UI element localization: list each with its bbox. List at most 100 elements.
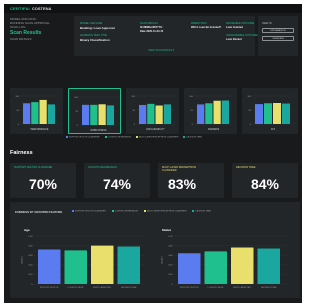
metric-bar: [98, 104, 106, 125]
nav-item-scan-results[interactable]: Scan Results: [10, 30, 70, 37]
axis-tick-label: 0: [134, 124, 136, 126]
metric-chart-label: EXPLAINABILITY: [146, 128, 165, 131]
left-nav: Model and Data Running Scan Approval Sca…: [10, 17, 70, 41]
explanation-view-button[interactable]: Explanation: [262, 28, 294, 33]
metric-chart-label: ATX: [271, 128, 276, 131]
fairness-card-label: Decision Tree: [236, 166, 256, 169]
legend-swatch: [135, 136, 138, 138]
group-title-status: Status: [162, 228, 172, 232]
fairness-card-dt: Decision Tree 84%: [232, 163, 298, 198]
axis-tick-label: 50: [76, 111, 79, 113]
axis-tick-label: 100: [247, 96, 251, 98]
group-chart-status: 1.00 0.80 0.60 0.40 0.20 0 Burden SUPPORT VECTO…: [161, 236, 286, 289]
x-tick-label: DECISION TREE: [121, 287, 137, 289]
metric-chart-svg: 100 50 0 ROBUSTNESS: [74, 97, 118, 132]
axis-tick-label: 0.60: [28, 255, 33, 257]
metric-bar: [106, 105, 114, 125]
legend-swatch: [72, 210, 74, 212]
axis-tick-label: 0: [250, 124, 252, 126]
fairness-card-label: Multi Layer Perceptron Classifier: [162, 166, 197, 172]
fairness-card-mlp: Multi Layer Perceptron Classifier 83%: [158, 163, 224, 198]
metric-bar: [90, 104, 98, 125]
metric-bar: [147, 103, 155, 124]
metric-chart-robustness[interactable]: 100 50 0 ROBUSTNESS: [68, 88, 121, 134]
axis-tick-label: 0.80: [168, 245, 173, 247]
metric-chart-svg: 100 50 0 FAIRNESS: [189, 96, 233, 131]
legend-item: Support Vector Classifier: [66, 136, 100, 139]
axis-tick-label: 0: [18, 124, 20, 126]
group-chart-age: 1.00 0.80 0.60 0.40 0.20 0 Burden SUPPORT VECTO…: [21, 236, 146, 289]
scan-date-value: Date 2020-11-04:15: [140, 29, 164, 33]
x-tick-label: MULTI LAYER PER.: [93, 286, 111, 289]
feature-bar: [231, 247, 254, 284]
metric-chart-svg: 100 50 0 EXPLAINABILITY: [131, 96, 175, 131]
legend-item: Logistic Regression: [104, 136, 131, 139]
metric-chart-svg: 100 50 0 ATX: [247, 96, 294, 131]
model-use-case-label: Model Use Case: [80, 22, 103, 25]
unfavorable-outcome-label: Unfavorable Outcome: [226, 34, 258, 37]
view-scan-details-link[interactable]: View Scan Details: [148, 50, 174, 52]
metric-bar: [47, 104, 55, 124]
fairness-card-value: 84%: [250, 176, 280, 192]
feature-bar: [204, 251, 227, 284]
metric-chart-fairness[interactable]: 100 50 0 FAIRNESS: [184, 88, 237, 134]
feature-bar: [91, 245, 114, 284]
group-title-age: Age: [24, 228, 30, 232]
brand-logo[interactable]: CERTIFAI: [10, 6, 30, 11]
metric-chart-label: FAIRNESS: [208, 128, 220, 131]
axis-tick-label: 100: [15, 96, 19, 98]
metric-bar: [282, 103, 290, 124]
axis-tick-label: 50: [17, 110, 20, 112]
series-legend: Support Vector Classifier Logistic Regre…: [66, 136, 202, 139]
axis-title: Burden: [21, 256, 24, 264]
axis-tick-label: 0: [192, 124, 194, 126]
view-in-card: View In Explanation Overview: [258, 16, 298, 56]
metric-bar: [163, 104, 171, 124]
x-tick-label: LOGISTIC REGR.: [208, 287, 225, 289]
legend-item: Multi Layer Perceptron Classifier: [143, 210, 186, 213]
fairness-card-lr: Logistic Regression 74%: [84, 163, 150, 198]
axis-tick-label: 0: [31, 284, 33, 286]
axis-tick-label: 100: [74, 97, 78, 99]
metric-chart-label: ROBUSTNESS: [91, 130, 107, 132]
legend-item: Decision Tree: [183, 136, 202, 139]
axis-tick-label: 0: [77, 125, 79, 127]
metric-chart-atx[interactable]: 100 50 0 ATX: [242, 88, 298, 134]
x-tick-label: SUPPORT VECTOR: [40, 287, 59, 289]
x-tick-label: MULTI LAYER PER.: [233, 286, 251, 289]
axis-tick-label: 0.40: [168, 265, 173, 267]
prediction-label: Prediction: [191, 22, 207, 25]
legend-item: Multi Layer Perceptron Classifier: [135, 136, 178, 139]
feature-legend: Support Vector Classifier Logistic Regre…: [72, 210, 211, 213]
x-tick-label: SUPPORT VECTOR: [180, 287, 199, 289]
metric-bar: [255, 104, 263, 124]
metric-chart-label: PERFORMANCE: [31, 128, 49, 131]
fairness-by-feature-title: Fairness by Grouped Feature: [15, 210, 63, 214]
top-bar: CERTIFAI COSTENA: [4, 4, 302, 13]
learning-task-label: Learning Task Type: [80, 34, 107, 37]
metric-bar: [139, 104, 147, 124]
fairness-card-label: Support Vector Classifier: [14, 166, 53, 169]
favorable-outcome-value: Loan Granted: [226, 26, 243, 29]
overview-view-button[interactable]: Overview: [262, 36, 294, 41]
metric-bar: [23, 103, 31, 124]
metric-bar: [273, 103, 281, 124]
fairness-card-value: 83%: [168, 176, 197, 192]
metric-chart-performance[interactable]: 100 50 0 PERFORMANCE: [10, 88, 63, 134]
legend-swatch: [66, 136, 68, 138]
axis-tick-label: 1.00: [28, 236, 33, 238]
metric-bar: [264, 103, 272, 124]
x-tick-label: LOGISTIC REGR.: [68, 287, 85, 289]
metric-bar: [221, 100, 229, 124]
feature-bar: [64, 250, 87, 284]
axis-tick-label: 0: [171, 284, 173, 286]
axis-tick-label: 0.80: [28, 245, 33, 247]
fairness-by-feature-panel: Fairness by Grouped Feature Support Vect…: [10, 202, 300, 298]
fairness-card-value: 74%: [102, 176, 132, 192]
metric-bar: [155, 105, 163, 124]
axis-tick-label: 0.40: [28, 265, 33, 267]
axis-title: Burden: [161, 256, 164, 264]
metric-chart-explainability[interactable]: 100 50 0 EXPLAINABILITY: [126, 88, 179, 134]
metric-bar: [205, 103, 213, 124]
nav-item-scan-details[interactable]: Scan Details: [10, 37, 70, 41]
